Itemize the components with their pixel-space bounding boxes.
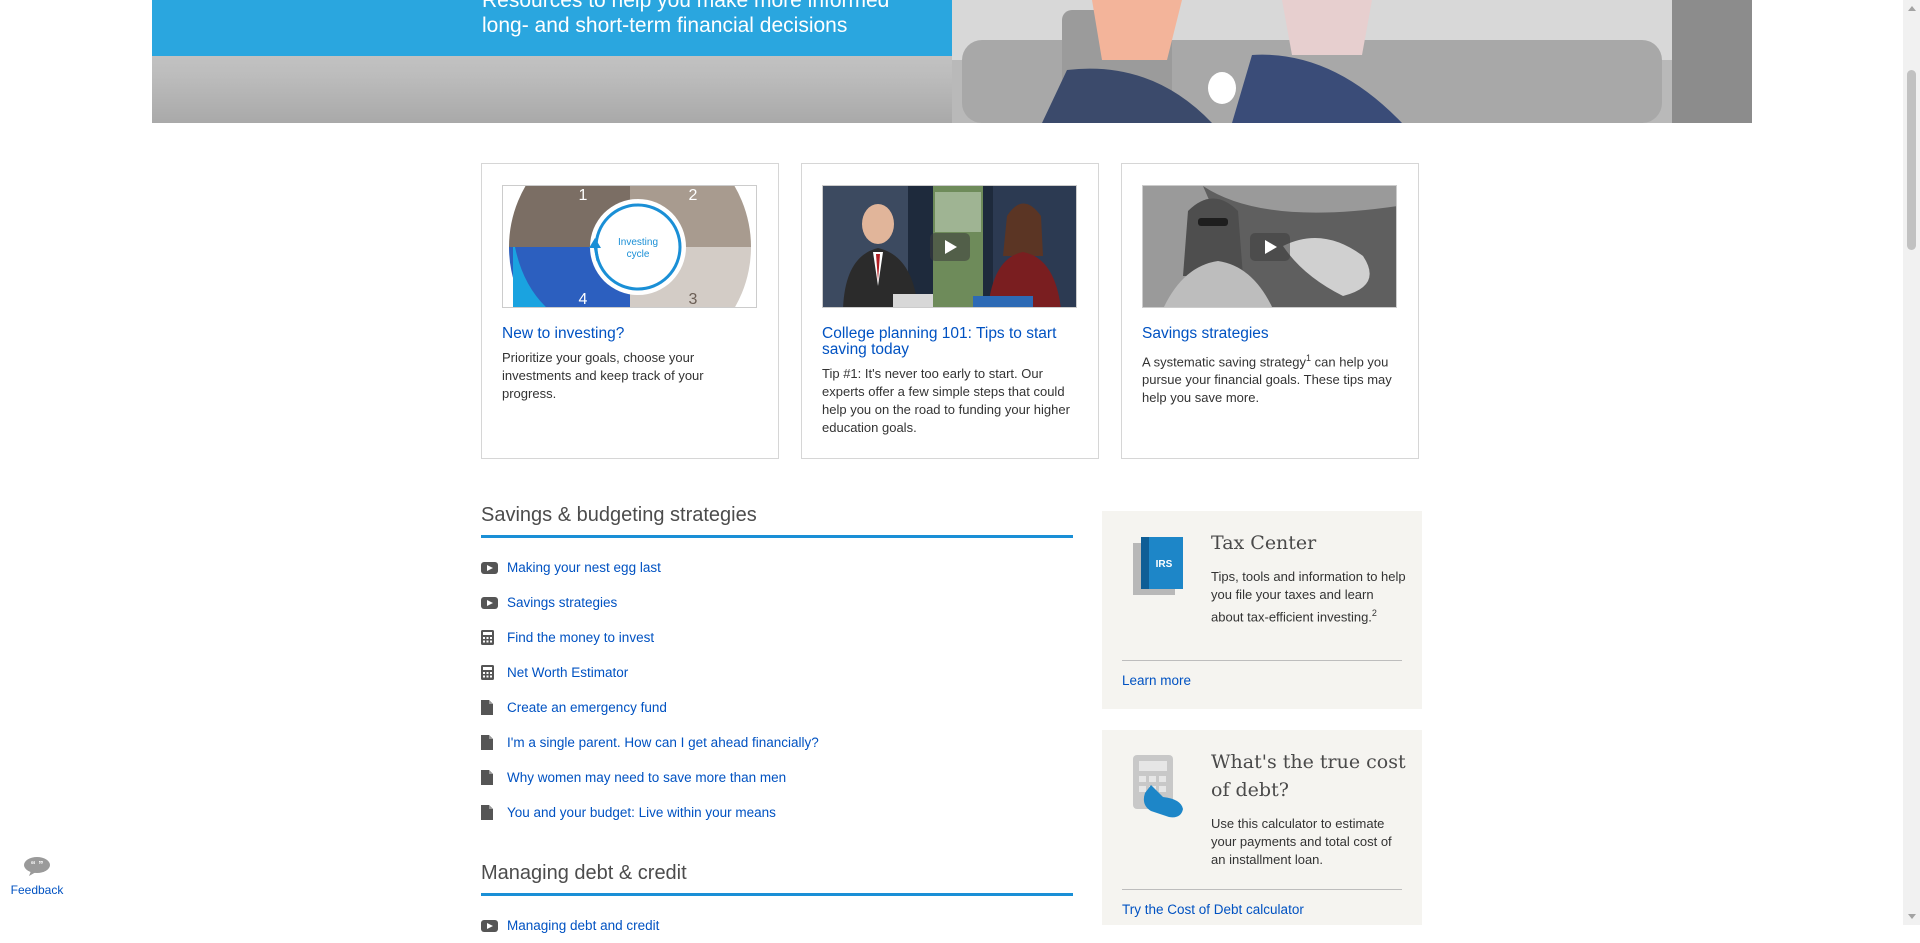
section-title-managing-debt: Managing debt & credit bbox=[481, 862, 1073, 896]
hero-banner: Resources to help you make more informed… bbox=[152, 0, 1752, 123]
cost-of-debt-panel: What's the true cost of debt? Use this c… bbox=[1102, 730, 1422, 925]
investing-cycle-graphic: Investing cycle 1 2 3 4 bbox=[503, 186, 756, 308]
diagram-step-4: 4 bbox=[579, 291, 588, 308]
panel-desc-tax-center: Tips, tools and information to help you … bbox=[1211, 568, 1406, 626]
list-item: Making your nest egg last bbox=[481, 550, 1081, 585]
link-managing-debt-credit[interactable]: Managing debt and credit bbox=[507, 918, 659, 933]
calculator-icon bbox=[481, 665, 507, 680]
link-you-and-your-budget[interactable]: You and your budget: Live within your me… bbox=[507, 805, 776, 820]
card-desc-college-planning: Tip #1: It's never too early to start. O… bbox=[822, 366, 1070, 435]
document-icon bbox=[481, 735, 507, 750]
college-planning-video-thumbnail[interactable] bbox=[822, 185, 1077, 308]
card-desc-savings-strategies: A systematic saving strategy1 can help y… bbox=[1142, 349, 1400, 407]
link-find-money-to-invest[interactable]: Find the money to invest bbox=[507, 630, 654, 645]
savings-link-list: Making your nest egg last Savings strate… bbox=[481, 550, 1081, 830]
svg-text:“ ”: “ ” bbox=[31, 860, 44, 871]
hero-photo bbox=[952, 0, 1752, 123]
savings-strategies-video-thumbnail[interactable] bbox=[1142, 185, 1397, 308]
video-icon bbox=[481, 596, 507, 609]
list-item: Managing debt and credit bbox=[481, 908, 1081, 943]
hero-line-1: Resources to help you make more informed bbox=[482, 0, 890, 12]
card-college-planning[interactable]: College planning 101: Tips to start savi… bbox=[801, 163, 1099, 459]
card-title-new-to-investing[interactable]: New to investing? bbox=[502, 326, 762, 342]
feedback-label[interactable]: Feedback bbox=[8, 883, 66, 897]
document-icon bbox=[481, 700, 507, 715]
cost-of-debt-calculator-link[interactable]: Try the Cost of Debt calculator bbox=[1122, 902, 1304, 917]
link-women-save-more[interactable]: Why women may need to save more than men bbox=[507, 770, 786, 785]
investing-cycle-diagram[interactable]: Investing cycle 1 2 3 4 bbox=[502, 185, 757, 308]
list-item: You and your budget: Live within your me… bbox=[481, 795, 1081, 830]
list-item: I'm a single parent. How can I get ahead… bbox=[481, 725, 1081, 760]
debt-link-list: Managing debt and credit bbox=[481, 908, 1081, 943]
diagram-center-line2: cycle bbox=[627, 249, 650, 260]
card-desc-new-to-investing: Prioritize your goals, choose your inves… bbox=[502, 350, 704, 401]
list-item: Savings strategies bbox=[481, 585, 1081, 620]
scroll-up-arrow-icon[interactable] bbox=[1908, 6, 1916, 11]
panel-title-cost-of-debt: What's the true cost of debt? bbox=[1211, 751, 1406, 801]
feedback-widget[interactable]: “ ” Feedback bbox=[8, 856, 66, 897]
link-single-parent[interactable]: I'm a single parent. How can I get ahead… bbox=[507, 735, 819, 750]
hero-text-box: Resources to help you make more informed… bbox=[152, 0, 952, 56]
divider bbox=[1122, 660, 1402, 661]
diagram-step-2: 2 bbox=[689, 187, 698, 204]
vertical-scrollbar[interactable] bbox=[1903, 0, 1920, 925]
footnote-2[interactable]: 2 bbox=[1372, 608, 1377, 618]
panel-title-tax-center: Tax Center bbox=[1211, 532, 1317, 554]
scrollbar-thumb[interactable] bbox=[1907, 70, 1916, 250]
list-item: Net Worth Estimator bbox=[481, 655, 1081, 690]
irs-document-icon: IRS bbox=[1133, 537, 1183, 595]
section-title-savings-budgeting: Savings & budgeting strategies bbox=[481, 504, 1073, 538]
link-net-worth-estimator[interactable]: Net Worth Estimator bbox=[507, 665, 628, 680]
video-icon bbox=[481, 919, 507, 932]
hero-line-2: long- and short-term financial decisions bbox=[482, 14, 848, 37]
link-savings-strategies[interactable]: Savings strategies bbox=[507, 595, 617, 610]
document-icon bbox=[481, 770, 507, 785]
calculator-hand-icon bbox=[1133, 755, 1183, 818]
video-icon bbox=[481, 561, 507, 574]
diagram-step-3: 3 bbox=[689, 291, 698, 308]
diagram-center-line1: Investing bbox=[618, 237, 658, 248]
play-icon[interactable] bbox=[1249, 232, 1290, 261]
speech-bubble-icon: “ ” bbox=[24, 857, 50, 876]
play-icon[interactable] bbox=[929, 232, 970, 261]
card-savings-strategies[interactable]: Savings strategies A systematic saving s… bbox=[1121, 163, 1419, 459]
list-item: Find the money to invest bbox=[481, 620, 1081, 655]
card-title-savings-strategies[interactable]: Savings strategies bbox=[1142, 326, 1402, 342]
diagram-step-1: 1 bbox=[579, 187, 588, 204]
scroll-down-arrow-icon[interactable] bbox=[1908, 914, 1916, 919]
divider bbox=[1122, 889, 1402, 890]
card-desc-savings-part1: A systematic saving strategy bbox=[1142, 354, 1307, 370]
panel-desc-cost-of-debt: Use this calculator to estimate your pay… bbox=[1211, 816, 1392, 867]
tax-center-learn-more-link[interactable]: Learn more bbox=[1122, 673, 1191, 688]
irs-label: IRS bbox=[1156, 559, 1173, 570]
link-making-nest-egg-last[interactable]: Making your nest egg last bbox=[507, 560, 661, 575]
tax-center-panel: IRS Tax Center Tips, tools and informati… bbox=[1102, 511, 1422, 709]
hero-headline: Resources to help you make more informed… bbox=[482, 0, 942, 38]
list-item: Create an emergency fund bbox=[481, 690, 1081, 725]
calculator-icon bbox=[481, 630, 507, 645]
link-create-emergency-fund[interactable]: Create an emergency fund bbox=[507, 700, 667, 715]
list-item: Why women may need to save more than men bbox=[481, 760, 1081, 795]
card-title-college-planning[interactable]: College planning 101: Tips to start savi… bbox=[822, 326, 1082, 358]
document-icon bbox=[481, 805, 507, 820]
card-new-to-investing[interactable]: Investing cycle 1 2 3 4 New to investing… bbox=[481, 163, 779, 459]
